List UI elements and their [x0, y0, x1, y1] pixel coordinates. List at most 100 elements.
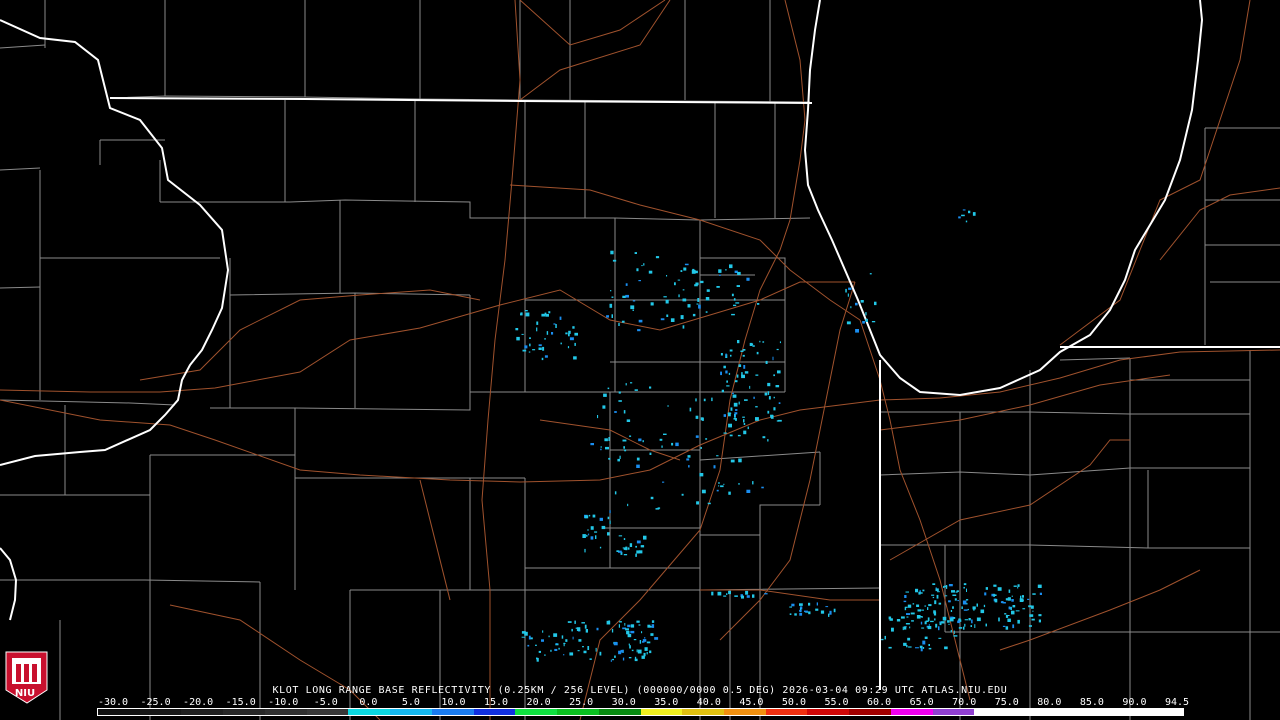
echo-pixel	[980, 609, 985, 614]
echo-pixel	[874, 301, 877, 306]
colorbar-segment	[890, 709, 933, 715]
echo-pixel	[536, 327, 538, 332]
echo-pixel	[610, 659, 612, 662]
echo-pixel	[608, 437, 610, 441]
echo-pixel	[582, 646, 584, 648]
colorbar-segment	[139, 709, 182, 715]
echo-pixel	[521, 636, 526, 638]
echo-pixel	[1008, 606, 1011, 610]
colorbar-segment	[932, 709, 975, 715]
echo-pixel	[1032, 610, 1034, 612]
echo-pixel	[611, 314, 613, 318]
echo-pixel	[636, 649, 638, 653]
echo-pixel	[681, 493, 684, 496]
echo-pixel	[662, 481, 665, 483]
echo-pixel	[538, 650, 541, 653]
echo-pixel	[684, 263, 689, 266]
echo-pixel	[554, 648, 558, 651]
echo-pixel	[601, 525, 606, 530]
echo-pixel	[622, 657, 625, 661]
colorbar-segment	[724, 709, 766, 715]
colorbar-segment	[640, 709, 683, 715]
echo-pixel	[663, 433, 667, 435]
echo-pixel	[928, 624, 930, 626]
colorbar-segment	[431, 709, 474, 715]
colorbar-segment	[306, 709, 349, 715]
echo-pixel	[636, 457, 640, 461]
echo-pixel	[752, 481, 754, 485]
echo-pixel	[574, 620, 576, 624]
echo-pixel	[984, 592, 987, 596]
colorbar-segment	[98, 709, 140, 715]
echo-pixel	[680, 270, 683, 272]
echo-pixel	[600, 446, 602, 448]
echo-pixel	[696, 501, 699, 505]
echo-pixel	[705, 297, 710, 301]
echo-pixel	[535, 644, 537, 646]
echo-pixel	[728, 590, 731, 595]
echo-pixel	[618, 535, 623, 537]
scale-label: 35.0	[654, 697, 679, 708]
echo-pixel	[776, 348, 779, 351]
echo-pixel	[723, 483, 725, 485]
echo-pixel	[966, 588, 967, 592]
product-caption: KLOT LONG RANGE BASE REFLECTIVITY (0.25K…	[272, 685, 1008, 696]
echo-pixel	[553, 323, 556, 325]
echo-pixel	[696, 303, 699, 305]
echo-pixel	[607, 387, 610, 390]
echo-pixel	[743, 365, 746, 369]
echo-pixel	[587, 529, 589, 531]
echo-pixel	[903, 642, 907, 646]
echo-pixel	[767, 382, 771, 387]
echo-pixel	[682, 289, 685, 291]
echo-pixel	[694, 270, 698, 274]
echo-pixel	[938, 637, 942, 639]
echo-pixel	[962, 600, 967, 605]
echo-pixel	[560, 342, 562, 345]
echo-pixel	[1039, 592, 1042, 595]
echo-pixel	[527, 644, 530, 647]
echo-pixel	[993, 593, 995, 597]
echo-pixel	[687, 455, 691, 458]
echo-pixel	[746, 595, 750, 598]
colorbar-segment	[1057, 709, 1100, 715]
echo-pixel	[620, 649, 624, 653]
echo-pixel	[907, 637, 911, 641]
echo-pixel	[755, 417, 759, 421]
echo-pixel	[948, 623, 950, 625]
echo-pixel	[609, 303, 613, 308]
echo-pixel	[634, 656, 637, 661]
echo-pixel	[516, 336, 520, 341]
echo-pixel	[572, 326, 575, 329]
echo-pixel	[568, 330, 571, 334]
echo-pixel	[576, 627, 581, 631]
echo-pixel	[1021, 595, 1024, 598]
echo-pixel	[948, 600, 951, 603]
echo-pixel	[628, 657, 632, 659]
echo-pixel	[572, 636, 574, 640]
echo-pixel	[968, 210, 971, 214]
echo-pixel	[742, 349, 746, 351]
echo-pixel	[641, 631, 643, 634]
echo-pixel	[1008, 589, 1011, 593]
echo-pixel	[933, 610, 936, 614]
echo-pixel	[919, 645, 923, 649]
echo-pixel	[755, 374, 759, 376]
echo-pixel	[957, 600, 959, 602]
echo-pixel	[928, 604, 932, 607]
echo-pixel	[649, 650, 652, 654]
echo-pixel	[761, 486, 764, 489]
echo-pixel	[538, 344, 542, 347]
echo-pixel	[671, 442, 674, 446]
echo-pixel	[920, 621, 923, 625]
echo-pixel	[963, 583, 967, 586]
echo-pixel	[573, 356, 577, 360]
echo-pixel	[638, 624, 641, 626]
echo-pixel	[716, 489, 719, 492]
echo-pixel	[847, 293, 849, 297]
echo-pixel	[927, 607, 929, 610]
echo-pixel	[614, 491, 617, 495]
echo-pixel	[733, 402, 738, 407]
echo-pixel	[718, 485, 720, 487]
echo-pixel	[529, 337, 531, 339]
